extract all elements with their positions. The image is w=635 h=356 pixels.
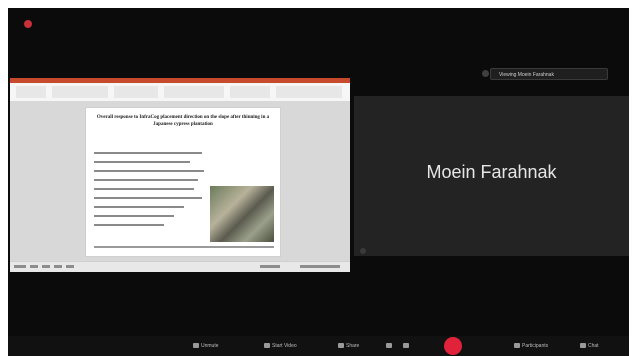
reactions-icon	[386, 343, 392, 349]
share-screen-icon	[338, 343, 344, 349]
chat-button[interactable]: Chat	[580, 341, 599, 351]
participant-tile[interactable]: Moein Farahnak	[354, 96, 629, 256]
chat-icon	[580, 343, 586, 349]
microphone-icon	[193, 343, 199, 349]
tile-options-icon[interactable]	[360, 248, 366, 254]
slide-canvas: Overall response to InfraCog placement d…	[10, 101, 350, 262]
participant-name: Moein Farahnak	[426, 162, 557, 182]
participants-icon	[514, 343, 520, 349]
start-video-button[interactable]: Start Video	[264, 341, 297, 351]
shared-screen[interactable]: Overall response to InfraCog placement d…	[10, 78, 350, 272]
screen-share-icon	[482, 70, 489, 77]
start-video-label: Start Video	[272, 343, 297, 349]
reactions-button[interactable]	[386, 341, 394, 351]
record-button[interactable]	[444, 337, 462, 355]
viewing-banner[interactable]: Viewing Moein Farahnak	[490, 68, 608, 80]
chat-label: Chat	[588, 343, 599, 349]
recording-indicator-icon	[24, 20, 32, 28]
apps-icon	[403, 343, 409, 349]
camera-icon	[264, 343, 270, 349]
meeting-window: Overall response to InfraCog placement d…	[8, 8, 629, 356]
unmute-label: Unmute	[201, 343, 219, 349]
unmute-button[interactable]: Unmute	[193, 341, 219, 351]
slide: Overall response to InfraCog placement d…	[85, 107, 281, 257]
share-button[interactable]: Share	[338, 341, 359, 351]
powerpoint-status-bar	[10, 261, 350, 272]
participants-label: Participants	[522, 343, 549, 349]
participants-button[interactable]: Participants	[514, 341, 548, 351]
apps-button[interactable]	[403, 341, 411, 351]
slide-title: Overall response to InfraCog placement d…	[96, 115, 270, 127]
slide-footnote	[94, 246, 274, 248]
slide-photo	[210, 186, 274, 242]
ribbon-toolbar	[10, 83, 350, 102]
share-label: Share	[346, 343, 360, 349]
meeting-toolbar: Unmute Start Video Share Participants Ch…	[8, 336, 629, 356]
